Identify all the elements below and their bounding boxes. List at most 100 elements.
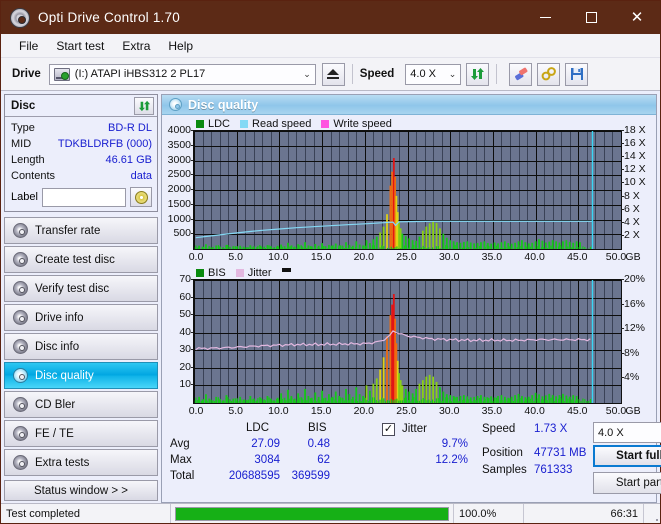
stats-avg-ldc: 27.09 [251,438,280,450]
sidebar-item-cd-bler[interactable]: CD Bler [4,391,158,418]
bis-chart-ytick: 60 [179,290,194,303]
elapsed-time: 66:31 [524,504,644,523]
maximize-button[interactable] [568,1,614,34]
jitter-max-value: 12.2% [435,454,468,466]
toolbar-separator-1 [351,64,353,84]
jitter-checkbox[interactable]: ✓ [382,423,395,436]
ldc-chart-xtick: 25.0 [396,251,417,263]
ldc-x-axis: 0.0 5.0 10.0 15.0 20.0 25.0 30.0 35.0 40.0 45.0 50… [189,250,627,265]
menu-bar: File Start test Extra Help [1,34,660,58]
disc-label-button[interactable] [130,187,152,207]
minimize-button[interactable] [522,1,568,34]
sidebar-item-disc-info[interactable]: Disc info [4,333,158,360]
menu-extra[interactable]: Extra [113,36,159,56]
disc-panel-header: Disc [5,95,157,117]
legend-swatch-read-speed [240,119,249,128]
bis-chart-ytick-right: 20% [620,273,646,285]
bis-plot-area [193,279,622,404]
eject-icon [327,69,340,79]
disc-length-label: Length [11,154,45,166]
scrollbar-marker[interactable] [281,268,291,272]
save-button[interactable] [565,62,589,86]
close-button[interactable]: ✕ [614,1,660,34]
stats-total-ldc: 20688595 [228,470,280,482]
disc-info-rows: Type BD-R DL MID TDKBLDRFB (000) Length … [5,117,157,211]
tools-button[interactable] [537,62,561,86]
bis-chart-ytick: 20 [179,360,194,373]
ldc-plot-area [193,130,622,250]
sidebar-item-drive-info[interactable]: Drive info [4,304,158,331]
chevron-down-icon: ⌄ [303,68,311,79]
sidebar-item-fe-te[interactable]: FE / TE [4,420,158,447]
disc-type-value: BD-R DL [107,122,152,134]
ldc-chart-ytick: 4000 [167,124,195,136]
disc-label-input[interactable] [41,187,126,207]
cd-icon [134,190,148,204]
refresh-button[interactable] [466,62,490,86]
sidebar-item-disc-quality[interactable]: Disc quality [4,362,158,389]
disc-panel-title: Disc [11,99,36,112]
disc-quality-icon [169,98,182,111]
disc-icon [13,368,28,383]
disc-row-length: Length 46.61 GB [11,152,152,168]
bis-chart-ytick: 10 [179,378,194,391]
sidebar-item-extra-tests[interactable]: Extra tests [4,449,158,476]
bis-chart-container: BIS Jitter 10 20 30 40 50 60 70 4% 8% 12% 16% 20% … [162,265,656,419]
start-part-button[interactable]: Start part [593,472,661,494]
disc-refresh-button[interactable] [134,96,154,115]
refresh-icon [138,100,150,111]
actions-group: 4.0 X ⌄ Start full Start part [587,422,661,502]
legend-label-read-speed: Read speed [252,117,312,130]
start-full-button[interactable]: Start full [593,445,661,467]
status-window-button[interactable]: Status window > > [4,480,158,501]
toolbar-separator-2 [496,64,498,84]
menu-start-test[interactable]: Start test [47,36,113,56]
bis-chart-ytick: 70 [179,273,194,285]
test-speed-value: 4.0 X [598,426,624,439]
legend-label-write-speed: Write speed [333,117,392,130]
sidebar-item-label: Disc info [35,340,80,353]
bis-y-axis-left: 10 20 30 40 50 60 70 [165,273,194,402]
ldc-chart-ytick: 1000 [167,212,195,225]
legend-swatch-write-speed [321,119,330,128]
test-speed-select[interactable]: 4.0 X ⌄ [593,422,661,443]
bis-chart-ytick: 40 [179,325,194,338]
sidebar-item-label: Extra tests [35,456,90,469]
menu-file[interactable]: File [10,36,47,56]
disc-icon [13,223,28,238]
ldc-chart-xtick: 5.0 [228,251,243,263]
bis-chart-ytick-right: 16% [620,297,646,310]
ldc-chart-xtick: 35.0 [481,251,503,263]
legend-label-bis: BIS [208,266,226,279]
bis-chart-xtick: 35.0 [481,405,503,417]
stats-row-label-total: Total [170,470,195,482]
speed-select[interactable]: 4.0 X ⌄ [405,63,462,85]
sidebar-item-create-test-disc[interactable]: Create test disc [4,246,158,273]
sidebar-item-transfer-rate[interactable]: Transfer rate [4,217,158,244]
drive-select[interactable]: (I:) ATAPI iHBS312 2 PL17 ⌄ [48,63,316,85]
eject-button[interactable] [321,62,345,86]
ldc-chart-legend: LDC Read speed Write speed [165,117,653,130]
window-title: Opti Drive Control 1.70 [38,10,180,25]
nav-list: Transfer rate Create test disc Verify te… [4,217,158,476]
legend-swatch-ldc [196,119,204,128]
disc-row-contents: Contents data [11,168,152,184]
drive-select-value: (I:) ATAPI iHBS312 2 PL17 [74,68,206,80]
disc-mid-value: TDKBLDRFB (000) [57,138,152,150]
sidebar-item-verify-test-disc[interactable]: Verify test disc [4,275,158,302]
sidebar-item-label: Create test disc [35,253,115,266]
erase-button[interactable] [509,62,533,86]
bis-x-unit: GB [625,405,641,417]
position-label: Position [482,447,523,459]
stats-avg-bis: 0.48 [307,438,330,450]
bis-chart-ytick-right: 8% [620,346,640,359]
speed-label: Speed [359,68,395,80]
resize-grip-icon[interactable] [644,504,660,523]
stats-header-ldc: LDC [246,422,270,434]
samples-label: Samples [482,464,527,476]
menu-help[interactable]: Help [159,36,202,56]
right-pane: Disc quality LDC Read speed Write speed … [161,94,661,503]
bis-chart-svg [194,280,621,403]
speed-select-value: 4.0 X [410,68,436,80]
ldc-chart-ytick-right: 10 X [621,176,646,189]
